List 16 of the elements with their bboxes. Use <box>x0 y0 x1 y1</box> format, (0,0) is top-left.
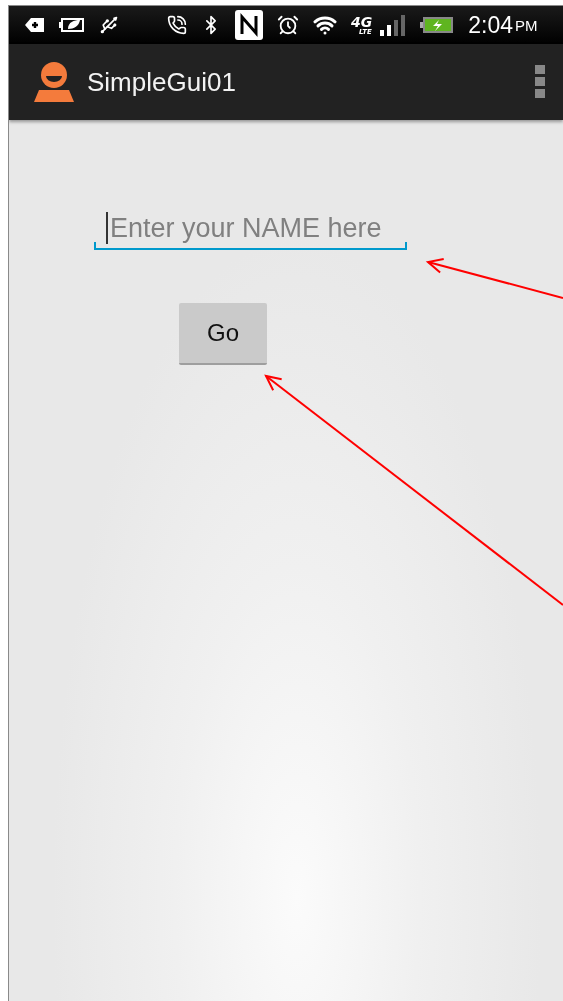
alarm-icon <box>277 14 299 36</box>
battery-charging-icon <box>420 16 455 34</box>
go-button[interactable]: Go <box>179 303 267 365</box>
time-period: PM <box>515 16 538 34</box>
tag-icon <box>25 17 45 33</box>
app-title: SimpleGui01 <box>87 66 236 98</box>
usb-icon <box>99 15 119 35</box>
name-field[interactable]: Enter your NAME here <box>94 208 407 250</box>
phone-icon <box>167 15 187 35</box>
battery-leaf-icon <box>59 16 85 34</box>
overflow-menu-icon[interactable] <box>535 65 545 99</box>
network-type: 4G <box>351 14 373 29</box>
signal-icon <box>380 14 407 36</box>
nfc-icon <box>235 10 263 40</box>
status-time: 2:04 <box>468 11 513 39</box>
app-person-icon <box>33 62 75 102</box>
